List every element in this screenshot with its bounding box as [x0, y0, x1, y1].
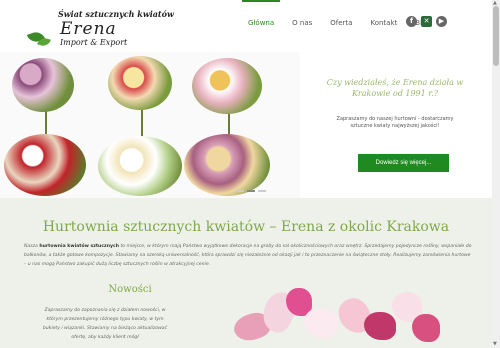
slider-dots: [236, 190, 266, 192]
header: Świat sztucznych kwiatów Erena Import & …: [0, 0, 492, 52]
nav-item-o-nas[interactable]: O nas: [286, 0, 318, 48]
orchids-image: [224, 284, 444, 346]
hero-question: Czy wiedziałeś, że Erena działa w Krakow…: [326, 78, 464, 98]
slider-dot[interactable]: [236, 190, 244, 192]
logo-name: Erena: [60, 19, 117, 39]
learn-more-button[interactable]: Dowiedz się więcej...: [358, 154, 449, 172]
nav-item-glowna[interactable]: Główna: [242, 0, 281, 48]
site-logo[interactable]: Świat sztucznych kwiatów Erena Import & …: [26, 6, 176, 48]
slider-dot-active[interactable]: [247, 190, 255, 192]
page-title: Hurtownia sztucznych kwiatów – Erena z o…: [42, 219, 450, 235]
intro-paragraph: Nasza hurtownia kwiatów sztucznych to mi…: [24, 244, 472, 267]
scroll-down-icon[interactable]: ▼: [493, 341, 497, 347]
slider-dot[interactable]: [258, 190, 266, 192]
news-heading: Nowości: [108, 284, 152, 295]
news-text: Zapraszamy do zapoznania się z działem n…: [42, 308, 168, 340]
tools-icon[interactable]: ✕: [421, 16, 432, 27]
youtube-icon[interactable]: ▶: [436, 16, 447, 27]
facebook-icon[interactable]: f: [406, 16, 417, 27]
social-icons: f ✕ ▶: [406, 16, 447, 27]
nav-item-kontakt[interactable]: Kontakt: [364, 0, 403, 48]
nav-item-oferta[interactable]: Oferta: [324, 0, 358, 48]
hero-text: Zapraszamy do naszej hurtowni - dostarcz…: [336, 116, 454, 129]
scrollbar-thumb[interactable]: [493, 6, 499, 66]
logo-tagline: Świat sztucznych kwiatów: [58, 9, 174, 19]
page-scrollbar[interactable]: ▲ ▼: [492, 0, 500, 348]
intro-bold: hurtownia kwiatów sztucznych: [39, 244, 119, 249]
main-content: Hurtownia sztucznych kwiatów – Erena z o…: [0, 198, 492, 348]
page: Świat sztucznych kwiatów Erena Import & …: [0, 0, 500, 348]
logo-subtitle: Import & Export: [60, 38, 128, 47]
hero-slider: Czy wiedziałeś, że Erena działa w Krakow…: [0, 52, 492, 198]
